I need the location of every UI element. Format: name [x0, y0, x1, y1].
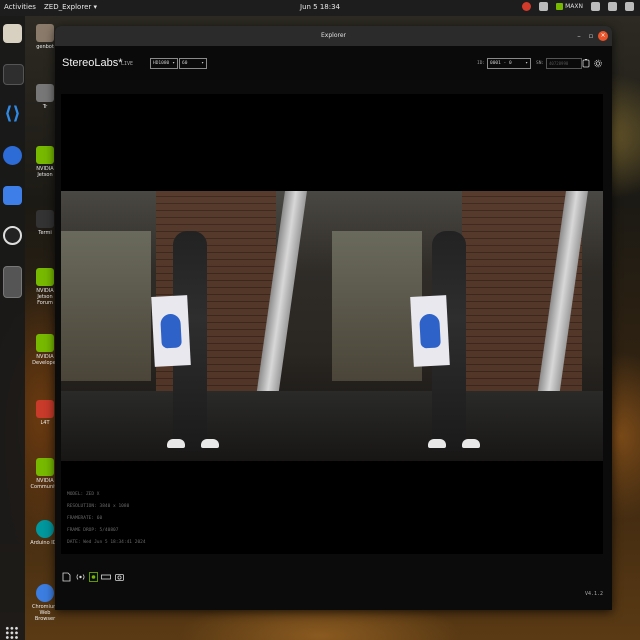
squirtle-sign	[151, 295, 191, 367]
obs-icon[interactable]	[3, 226, 22, 245]
version-label: V4.1.2	[584, 591, 603, 597]
nvidia-icon	[36, 268, 54, 286]
meta-frame-drop: FRAME DROP: 5/40807	[67, 528, 119, 533]
activities-button[interactable]: Activities	[4, 3, 36, 11]
nvidia-icon	[36, 458, 54, 476]
toolbar: StereoLabs* LIVE HD1080 ▾ 60 ▾ ID: 0001 - …	[55, 46, 612, 80]
file-icon[interactable]	[62, 572, 71, 582]
chromium-icon	[36, 584, 54, 602]
l4t-icon	[36, 400, 54, 418]
stereo-video-feed[interactable]	[61, 191, 603, 461]
system-tray: MAXN	[522, 2, 634, 11]
terminal-icon	[36, 210, 54, 228]
power-mode-indicator[interactable]: MAXN	[556, 3, 583, 10]
id-label: ID:	[477, 61, 486, 66]
camera-snapshot-icon[interactable]	[115, 572, 124, 582]
dock: ⟨⟩	[0, 16, 25, 640]
clock[interactable]: Jun 5 18:34	[300, 3, 340, 11]
chromium-icon[interactable]	[3, 146, 22, 165]
left-camera-view	[61, 191, 332, 461]
meta-resolution: RESOLUTION: 3840 x 1080	[67, 504, 130, 509]
chevron-down-icon: ▾	[172, 61, 175, 66]
meta-model: MODEL: ZED X	[67, 492, 100, 497]
volume-icon[interactable]	[608, 2, 617, 11]
show-apps-icon[interactable]	[5, 626, 19, 640]
maximize-icon[interactable]: ▫	[586, 31, 596, 41]
video-viewport[interactable]: MODEL: ZED X RESOLUTION: 3840 x 1080 FRA…	[61, 94, 603, 554]
keyboard-icon[interactable]	[539, 2, 549, 11]
sn-label: SN:	[536, 61, 545, 66]
nvidia-icon	[36, 146, 54, 164]
stream-icon[interactable]	[75, 572, 86, 582]
camera-select[interactable]: 0001 - 0 ▾	[487, 58, 531, 69]
calibration-icon[interactable]	[101, 572, 111, 582]
terminal-icon[interactable]	[3, 64, 24, 85]
device-icon[interactable]	[582, 59, 590, 68]
right-camera-view	[332, 191, 603, 461]
power-mode-label: MAXN	[565, 3, 583, 10]
app-menu[interactable]: ZED_Explorer ▾	[44, 3, 97, 11]
serial-number-field[interactable]: 40728998	[546, 58, 582, 69]
camera-metadata: MODEL: ZED X RESOLUTION: 3840 x 1080 FRA…	[67, 489, 146, 549]
home-folder-icon	[36, 24, 54, 42]
arduino-icon	[36, 520, 54, 538]
trash-icon	[36, 84, 54, 102]
meta-framerate: FRAMERATE: 60	[67, 516, 103, 521]
svo-record-icon[interactable]	[89, 572, 98, 582]
window-titlebar[interactable]: Explorer – ▫ ×	[55, 26, 612, 46]
settings-gear-icon[interactable]	[594, 59, 602, 68]
fps-select[interactable]: 60 ▾	[179, 58, 207, 69]
live-indicator: LIVE	[121, 61, 134, 67]
files-icon[interactable]	[3, 24, 22, 43]
system-top-bar: Activities ZED_Explorer ▾ Jun 5 18:34 MA…	[0, 0, 640, 16]
chevron-down-icon: ▾	[201, 61, 204, 66]
close-icon[interactable]: ×	[598, 31, 608, 41]
squirtle-sign	[410, 295, 450, 367]
minimize-icon[interactable]: –	[574, 31, 584, 41]
window-title: Explorer	[321, 32, 346, 39]
vscode-icon[interactable]: ⟨⟩	[3, 104, 22, 123]
update-icon[interactable]	[522, 2, 532, 11]
brand-logo: StereoLabs*	[62, 57, 123, 69]
zed-explorer-icon[interactable]	[3, 266, 22, 298]
screenshot-icon[interactable]	[3, 186, 22, 205]
power-icon[interactable]	[625, 2, 634, 11]
network-icon[interactable]	[591, 2, 600, 11]
nvidia-icon	[36, 334, 54, 352]
bottom-bar: V4.1.2	[55, 564, 612, 610]
resolution-select[interactable]: HD1080 ▾	[150, 58, 178, 69]
nvidia-icon	[556, 3, 564, 10]
explorer-window: Explorer – ▫ × StereoLabs* LIVE HD1080 ▾ …	[55, 26, 612, 610]
meta-date: DATE: Wed Jun 5 18:34:41 2024	[67, 540, 146, 545]
chevron-down-icon: ▾	[525, 61, 528, 66]
